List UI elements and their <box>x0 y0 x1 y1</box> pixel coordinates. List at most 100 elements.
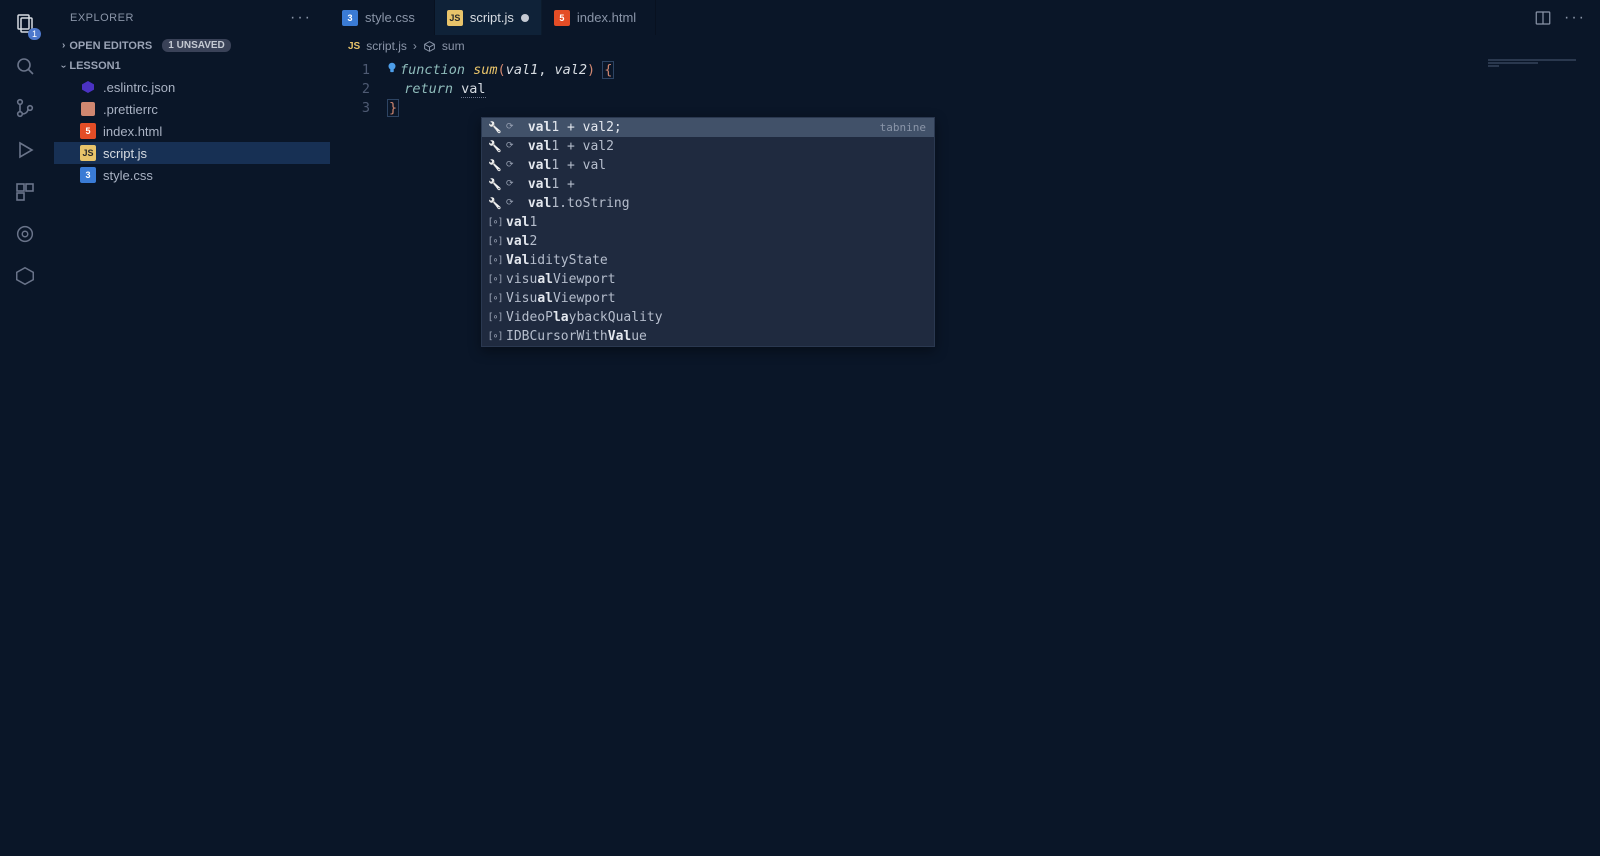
editor-tab[interactable]: 5 index.html <box>542 0 656 35</box>
suggestion-text: ValidityState <box>506 251 926 270</box>
file-name-label: .prettierrc <box>103 102 158 117</box>
file-type-icon: 5 <box>554 10 570 26</box>
minimap[interactable] <box>1488 59 1598 89</box>
explorer-icon[interactable]: 1 <box>11 10 39 38</box>
chevron-down-icon: › <box>58 64 69 67</box>
wrench-icon <box>488 175 502 194</box>
open-editors-section[interactable]: › OPEN EDITORS 1 UNSAVED <box>50 35 330 56</box>
tab-label: script.js <box>470 10 514 25</box>
suggestion-item[interactable]: ⟳ val1.toString <box>482 194 934 213</box>
suggestion-item[interactable]: VisualViewport <box>482 289 934 308</box>
breadcrumb[interactable]: JS script.js › sum <box>330 35 1600 57</box>
line-number: 2 <box>330 80 370 99</box>
suggestion-item[interactable]: ⟳ val1 + val2 <box>482 137 934 156</box>
file-item[interactable]: JS script.js <box>54 142 330 164</box>
sidebar-header: EXPLORER ··· <box>50 0 330 35</box>
suggestion-text: VideoPlaybackQuality <box>506 308 926 327</box>
suggestion-item[interactable]: val1 <box>482 213 934 232</box>
unsaved-count-badge: 1 <box>28 28 41 40</box>
run-debug-icon[interactable] <box>11 136 39 164</box>
sidebar-title: EXPLORER <box>70 12 134 24</box>
variable-icon <box>488 251 502 270</box>
variable-icon <box>488 270 502 289</box>
suggestion-item[interactable]: ValidityState <box>482 251 934 270</box>
wrench-icon <box>488 156 502 175</box>
file-type-icon: 3 <box>342 10 358 26</box>
sidebar-more-icon[interactable]: ··· <box>290 9 312 27</box>
lightbulb-icon[interactable] <box>385 61 399 75</box>
open-editors-label: OPEN EDITORS <box>69 40 152 52</box>
file-tree: .eslintrc.json .prettierrc 5 index.html JS sc… <box>50 76 330 186</box>
line-gutter: 1 2 3 <box>330 57 388 118</box>
search-icon[interactable] <box>11 52 39 80</box>
file-type-icon <box>80 79 96 95</box>
suggestion-text: val1.toString <box>520 194 926 213</box>
suggestion-item[interactable]: visualViewport <box>482 270 934 289</box>
ai-indicator-icon: ⟳ <box>506 175 516 194</box>
suggestion-text: val1 + val2; <box>520 118 876 137</box>
suggestion-text: val2 <box>506 232 926 251</box>
ai-indicator-icon: ⟳ <box>506 156 516 175</box>
suggestion-item[interactable]: val2 <box>482 232 934 251</box>
js-file-icon: JS <box>348 41 360 52</box>
tabs-row: 3style.css JS script.js 5 index.html ··· <box>330 0 1600 35</box>
suggestion-item[interactable]: ⟳ val1 + val <box>482 156 934 175</box>
variable-icon <box>488 308 502 327</box>
extensions-icon[interactable] <box>11 178 39 206</box>
code-editor[interactable]: 1 2 3 function sum(val1, val2) { return … <box>330 57 1600 856</box>
file-name-label: style.css <box>103 168 153 183</box>
unsaved-badge: 1 UNSAVED <box>162 39 231 52</box>
file-item[interactable]: .prettierrc <box>54 98 330 120</box>
suggestion-text: VisualViewport <box>506 289 926 308</box>
file-name-label: index.html <box>103 124 162 139</box>
activity-bar: 1 <box>0 0 50 856</box>
file-type-icon: 5 <box>80 123 96 139</box>
editor-tab[interactable]: JS script.js <box>435 0 542 35</box>
wrench-icon <box>488 137 502 156</box>
line-number: 1 <box>330 61 370 80</box>
extra-icon-1[interactable] <box>11 220 39 248</box>
line-number: 3 <box>330 99 370 118</box>
editor-tab[interactable]: 3style.css <box>330 0 435 35</box>
sidebar: EXPLORER ··· › OPEN EDITORS 1 UNSAVED › … <box>50 0 330 856</box>
breadcrumb-separator: › <box>413 39 417 53</box>
ai-indicator-icon: ⟳ <box>506 194 516 213</box>
source-control-icon[interactable] <box>11 94 39 122</box>
breadcrumb-file: script.js <box>366 39 407 53</box>
file-type-icon <box>80 101 96 117</box>
ai-indicator-icon: ⟳ <box>506 137 516 156</box>
variable-icon <box>488 327 502 346</box>
suggestion-item[interactable]: VideoPlaybackQuality <box>482 308 934 327</box>
suggestion-text: val1 + val2 <box>520 137 926 156</box>
file-item[interactable]: 5 index.html <box>54 120 330 142</box>
file-item[interactable]: .eslintrc.json <box>54 76 330 98</box>
file-name-label: script.js <box>103 146 147 161</box>
split-editor-icon[interactable] <box>1534 9 1552 27</box>
tab-label: index.html <box>577 10 636 25</box>
suggestion-item[interactable]: ⟳ val1 + <box>482 175 934 194</box>
intellisense-popup[interactable]: ⟳ val1 + val2;tabnine⟳ val1 + val2⟳ val1… <box>481 117 935 347</box>
editor-more-icon[interactable]: ··· <box>1564 9 1586 27</box>
suggestion-source: tabnine <box>880 118 926 137</box>
ai-indicator-icon: ⟳ <box>506 118 516 137</box>
folder-name: LESSON1 <box>69 60 120 72</box>
file-type-icon: JS <box>80 145 96 161</box>
extra-icon-2[interactable] <box>11 262 39 290</box>
file-item[interactable]: 3 style.css <box>54 164 330 186</box>
variable-icon <box>488 232 502 251</box>
file-type-icon: JS <box>447 10 463 26</box>
dirty-indicator-icon <box>521 14 529 22</box>
file-type-icon: 3 <box>80 167 96 183</box>
suggestion-item[interactable]: IDBCursorWithValue <box>482 327 934 346</box>
code-content: function sum(val1, val2) { return val } <box>388 61 1600 118</box>
suggestion-text: visualViewport <box>506 270 926 289</box>
file-name-label: .eslintrc.json <box>103 80 175 95</box>
chevron-right-icon: › <box>62 40 65 51</box>
suggestion-text: val1 + <box>520 175 926 194</box>
folder-section[interactable]: › LESSON1 <box>50 56 330 76</box>
variable-icon <box>488 213 502 232</box>
suggestion-text: IDBCursorWithValue <box>506 327 926 346</box>
breadcrumb-symbol: sum <box>442 39 465 53</box>
suggestion-item[interactable]: ⟳ val1 + val2;tabnine <box>482 118 934 137</box>
variable-icon <box>488 289 502 308</box>
